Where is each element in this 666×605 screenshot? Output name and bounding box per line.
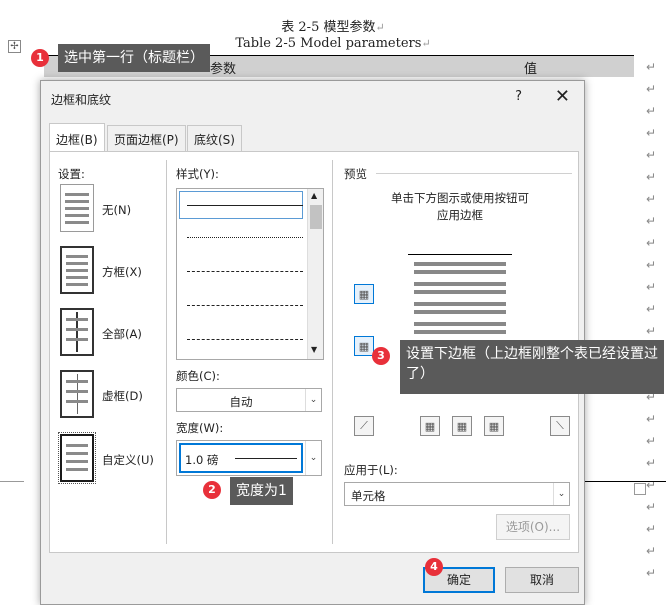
setting-grid-label[interactable]: 虚框(D) bbox=[102, 388, 143, 404]
scroll-up-icon[interactable]: ▲ bbox=[311, 191, 317, 200]
setting-custom-label[interactable]: 自定义(U) bbox=[102, 452, 154, 468]
style-dashed-small[interactable] bbox=[187, 271, 303, 272]
style-dash-dot[interactable] bbox=[187, 339, 303, 340]
width-label: 宽度(W): bbox=[176, 421, 224, 435]
scroll-down-icon[interactable]: ▼ bbox=[311, 345, 317, 354]
table-caption-cn: 表 2-5 模型参数↵ bbox=[281, 20, 385, 35]
close-button[interactable]: ✕ bbox=[555, 86, 570, 107]
annotation-2-callout: 宽度为1 bbox=[230, 477, 293, 505]
diagonal-up-border-icon[interactable]: ⟋ bbox=[354, 416, 374, 436]
cancel-button[interactable]: 取消 bbox=[505, 567, 579, 593]
annotation-4-badge: 4 bbox=[425, 558, 443, 576]
options-button[interactable]: 选项(O)... bbox=[496, 514, 570, 540]
annotation-3-callout: 设置下边框（上边框刚整个表已经设置过了） bbox=[400, 340, 664, 394]
width-select[interactable]: 1.0 磅 ⌄ bbox=[176, 440, 322, 476]
apply-to-select[interactable]: 单元格 ⌄ bbox=[344, 482, 570, 506]
inside-vertical-border-icon[interactable]: ▦ bbox=[452, 416, 472, 436]
tab-page-border[interactable]: 页面边框(P) bbox=[107, 125, 186, 151]
header-param-cell: 参数 bbox=[210, 62, 237, 77]
preview-hint: 单击下方图示或使用按钮可应用边框 bbox=[391, 191, 529, 222]
right-border-icon[interactable]: ▦ bbox=[484, 416, 504, 436]
chevron-down-icon[interactable]: ⌄ bbox=[305, 441, 321, 475]
style-dotted[interactable] bbox=[187, 237, 303, 238]
width-value: 1.0 磅 bbox=[185, 453, 219, 467]
divider-left bbox=[166, 160, 167, 544]
annotation-2-badge: 2 bbox=[203, 481, 221, 499]
setting-none-icon[interactable] bbox=[60, 184, 94, 232]
tab-borders[interactable]: 边框(B) bbox=[49, 123, 105, 151]
annotation-3-badge: 3 bbox=[372, 347, 390, 365]
tab-shading[interactable]: 底纹(S) bbox=[187, 125, 242, 151]
preview-header-line bbox=[376, 173, 572, 174]
diagonal-down-border-icon[interactable]: ⟍ bbox=[550, 416, 570, 436]
table-move-handle-icon[interactable]: ✢ bbox=[8, 40, 21, 53]
setting-box-icon[interactable] bbox=[60, 246, 94, 294]
style-solid[interactable] bbox=[187, 205, 303, 206]
width-line-preview bbox=[235, 458, 297, 459]
annotation-1-badge: 1 bbox=[31, 49, 49, 67]
dialog-title: 边框和底纹 bbox=[51, 93, 112, 107]
apply-to-label: 应用于(L): bbox=[344, 463, 398, 477]
style-dashed[interactable] bbox=[187, 305, 303, 306]
color-select[interactable]: 自动 ⌄ bbox=[176, 388, 322, 412]
divider-right bbox=[332, 160, 333, 544]
preview-top-border bbox=[408, 254, 512, 255]
header-value-cell: 值 bbox=[524, 62, 538, 77]
setting-none-label[interactable]: 无(N) bbox=[102, 202, 131, 218]
setting-box-label[interactable]: 方框(X) bbox=[102, 264, 142, 280]
color-label: 颜色(C): bbox=[176, 369, 220, 383]
color-value: 自动 bbox=[229, 395, 253, 409]
chevron-down-icon[interactable]: ⌄ bbox=[305, 389, 321, 411]
table-resize-handle[interactable] bbox=[634, 483, 646, 495]
top-border-button[interactable]: ▦ bbox=[354, 284, 374, 304]
style-scrollbar[interactable]: ▲ ▼ bbox=[307, 189, 323, 359]
style-listbox[interactable]: ▲ ▼ bbox=[176, 188, 324, 360]
table-edge-left bbox=[0, 481, 24, 482]
bottom-border-button[interactable]: ▦ bbox=[354, 336, 374, 356]
scroll-thumb[interactable] bbox=[310, 205, 322, 229]
settings-label: 设置: bbox=[58, 167, 85, 181]
annotation-1-callout: 选中第一行（标题栏） bbox=[58, 44, 210, 72]
setting-grid-icon[interactable] bbox=[60, 370, 94, 418]
help-button[interactable]: ? bbox=[515, 89, 522, 104]
setting-all-label[interactable]: 全部(A) bbox=[102, 326, 142, 342]
preview-label: 预览 bbox=[344, 167, 367, 181]
chevron-down-icon[interactable]: ⌄ bbox=[553, 483, 569, 505]
left-border-icon[interactable]: ▦ bbox=[420, 416, 440, 436]
apply-to-value: 单元格 bbox=[351, 489, 386, 503]
style-label: 样式(Y): bbox=[176, 167, 219, 181]
table-edge-right bbox=[585, 481, 666, 482]
setting-all-icon[interactable] bbox=[60, 308, 94, 356]
setting-custom-icon[interactable] bbox=[58, 432, 96, 484]
